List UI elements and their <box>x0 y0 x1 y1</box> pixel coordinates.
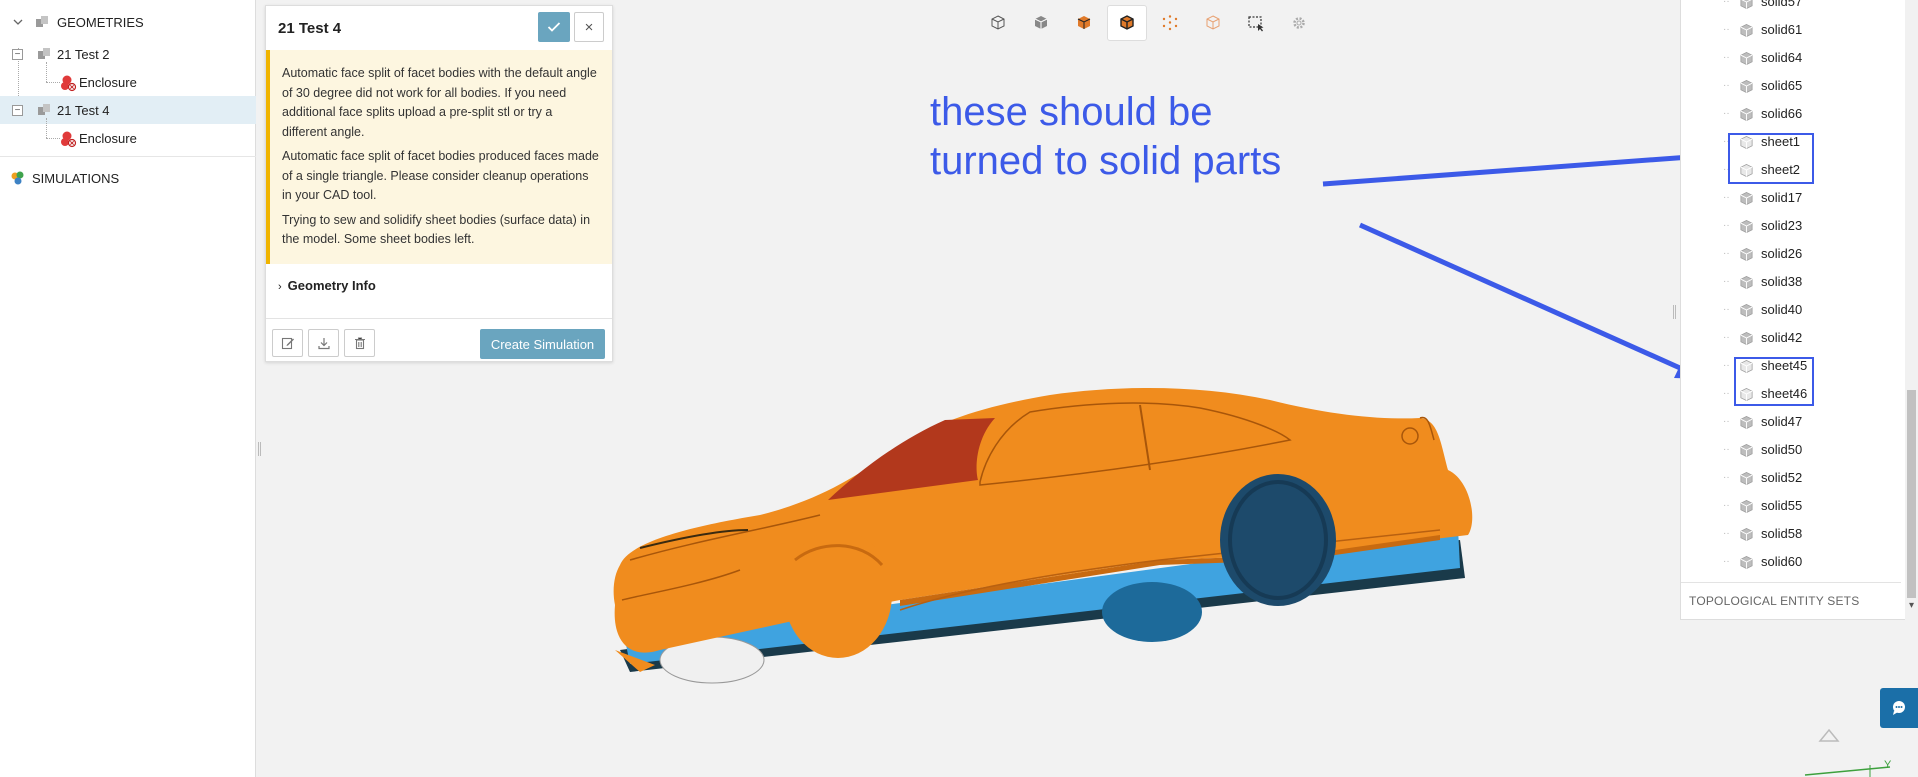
solid-body-icon <box>1740 79 1753 94</box>
entity-label: solid52 <box>1761 470 1803 485</box>
car-model <box>613 388 1473 684</box>
solid-body-icon <box>1740 527 1753 542</box>
tree-connector: ·· <box>1723 528 1730 539</box>
solid-body-icon <box>1740 0 1753 10</box>
solid-body-icon <box>1740 23 1753 38</box>
entity-label: solid57 <box>1761 0 1803 9</box>
entity-row[interactable]: ·· solid26 <box>1681 240 1901 268</box>
entity-label: solid58 <box>1761 526 1803 541</box>
solid-body-icon <box>1740 555 1753 570</box>
tree-connector: ·· <box>1723 500 1730 511</box>
tree-connector: ·· <box>1723 80 1730 91</box>
entity-row[interactable]: ·· solid64 <box>1681 44 1901 72</box>
entity-label: solid47 <box>1761 414 1803 429</box>
highlight-box-sheet45-sheet46 <box>1734 357 1814 406</box>
tree-connector: ·· <box>1723 0 1730 7</box>
tree-connector: ·· <box>1723 556 1730 567</box>
highlight-box-sheet1-sheet2 <box>1728 133 1814 184</box>
entity-row[interactable]: ·· solid57 <box>1681 0 1901 16</box>
tree-connector: ·· <box>1723 24 1730 35</box>
solid-body-icon <box>1740 219 1753 234</box>
tree-connector: ·· <box>1723 416 1730 427</box>
viewport-canvas[interactable] <box>0 0 1918 777</box>
chat-button[interactable] <box>1880 688 1918 728</box>
entity-label: solid42 <box>1761 330 1803 345</box>
tree-connector: ·· <box>1723 472 1730 483</box>
tree-connector: ·· <box>1723 52 1730 63</box>
entity-row[interactable]: ·· solid66 <box>1681 100 1901 128</box>
entity-row[interactable]: ·· solid23 <box>1681 212 1901 240</box>
right-resize-handle[interactable] <box>1673 305 1676 319</box>
chat-icon <box>1893 701 1905 715</box>
entity-label: solid23 <box>1761 218 1803 233</box>
entity-row[interactable]: ·· solid17 <box>1681 184 1901 212</box>
solid-body-icon <box>1740 471 1753 486</box>
tree-connector: ·· <box>1723 332 1730 343</box>
entity-label: solid50 <box>1761 442 1803 457</box>
triangle-icon <box>1818 728 1840 742</box>
entity-row[interactable]: ·· solid60 <box>1681 548 1901 576</box>
tree-connector: ·· <box>1723 192 1730 203</box>
entity-label: solid65 <box>1761 78 1803 93</box>
entity-label: solid61 <box>1761 22 1803 37</box>
tree-connector: ·· <box>1723 444 1730 455</box>
entity-row[interactable]: ·· solid50 <box>1681 436 1901 464</box>
solid-body-icon <box>1740 275 1753 290</box>
entity-label: solid64 <box>1761 50 1803 65</box>
solid-body-icon <box>1740 303 1753 318</box>
entity-label: solid38 <box>1761 274 1803 289</box>
solid-body-icon <box>1740 107 1753 122</box>
tree-connector: ·· <box>1723 220 1730 231</box>
axis-y-label: Y <box>1884 759 1892 771</box>
solid-body-icon <box>1740 331 1753 346</box>
scroll-down-icon[interactable]: ▾ <box>1905 600 1918 618</box>
entity-row[interactable]: ·· solid47 <box>1681 408 1901 436</box>
entity-label: solid66 <box>1761 106 1803 121</box>
entity-label: solid55 <box>1761 498 1803 513</box>
entity-row[interactable]: ·· solid42 <box>1681 324 1901 352</box>
entity-row[interactable]: ·· solid55 <box>1681 492 1901 520</box>
solid-body-icon <box>1740 499 1753 514</box>
entity-row[interactable]: ·· solid61 <box>1681 16 1901 44</box>
solid-body-icon <box>1740 191 1753 206</box>
annotation-arrow-lower <box>1358 222 1705 379</box>
entity-label: solid17 <box>1761 190 1803 205</box>
entity-label: solid40 <box>1761 302 1803 317</box>
entity-row[interactable]: ·· solid38 <box>1681 268 1901 296</box>
tree-connector: ·· <box>1723 276 1730 287</box>
entity-row[interactable]: ·· solid58 <box>1681 520 1901 548</box>
tree-connector: ·· <box>1723 360 1730 371</box>
tree-connector: ·· <box>1723 248 1730 259</box>
entity-list-panel: ·· solid57 ·· solid61 ·· solid64 ·· solid65 ·· so… <box>1680 0 1918 620</box>
topological-entity-sets-header[interactable]: TOPOLOGICAL ENTITY SETS <box>1689 594 1859 608</box>
solid-body-icon <box>1740 247 1753 262</box>
entity-label: solid60 <box>1761 554 1803 569</box>
tree-connector: ·· <box>1723 388 1730 399</box>
tree-connector: ·· <box>1723 108 1730 119</box>
solid-body-icon <box>1740 443 1753 458</box>
tree-connector: ·· <box>1723 304 1730 315</box>
scrollbar-thumb[interactable] <box>1907 390 1916 598</box>
entity-row[interactable]: ·· solid52 <box>1681 464 1901 492</box>
entity-row[interactable]: ·· solid65 <box>1681 72 1901 100</box>
entity-row[interactable]: ·· solid40 <box>1681 296 1901 324</box>
solid-body-icon <box>1740 415 1753 430</box>
annotation-arrow-upper <box>1322 145 1713 187</box>
solid-body-icon <box>1740 51 1753 66</box>
entity-label: solid26 <box>1761 246 1803 261</box>
